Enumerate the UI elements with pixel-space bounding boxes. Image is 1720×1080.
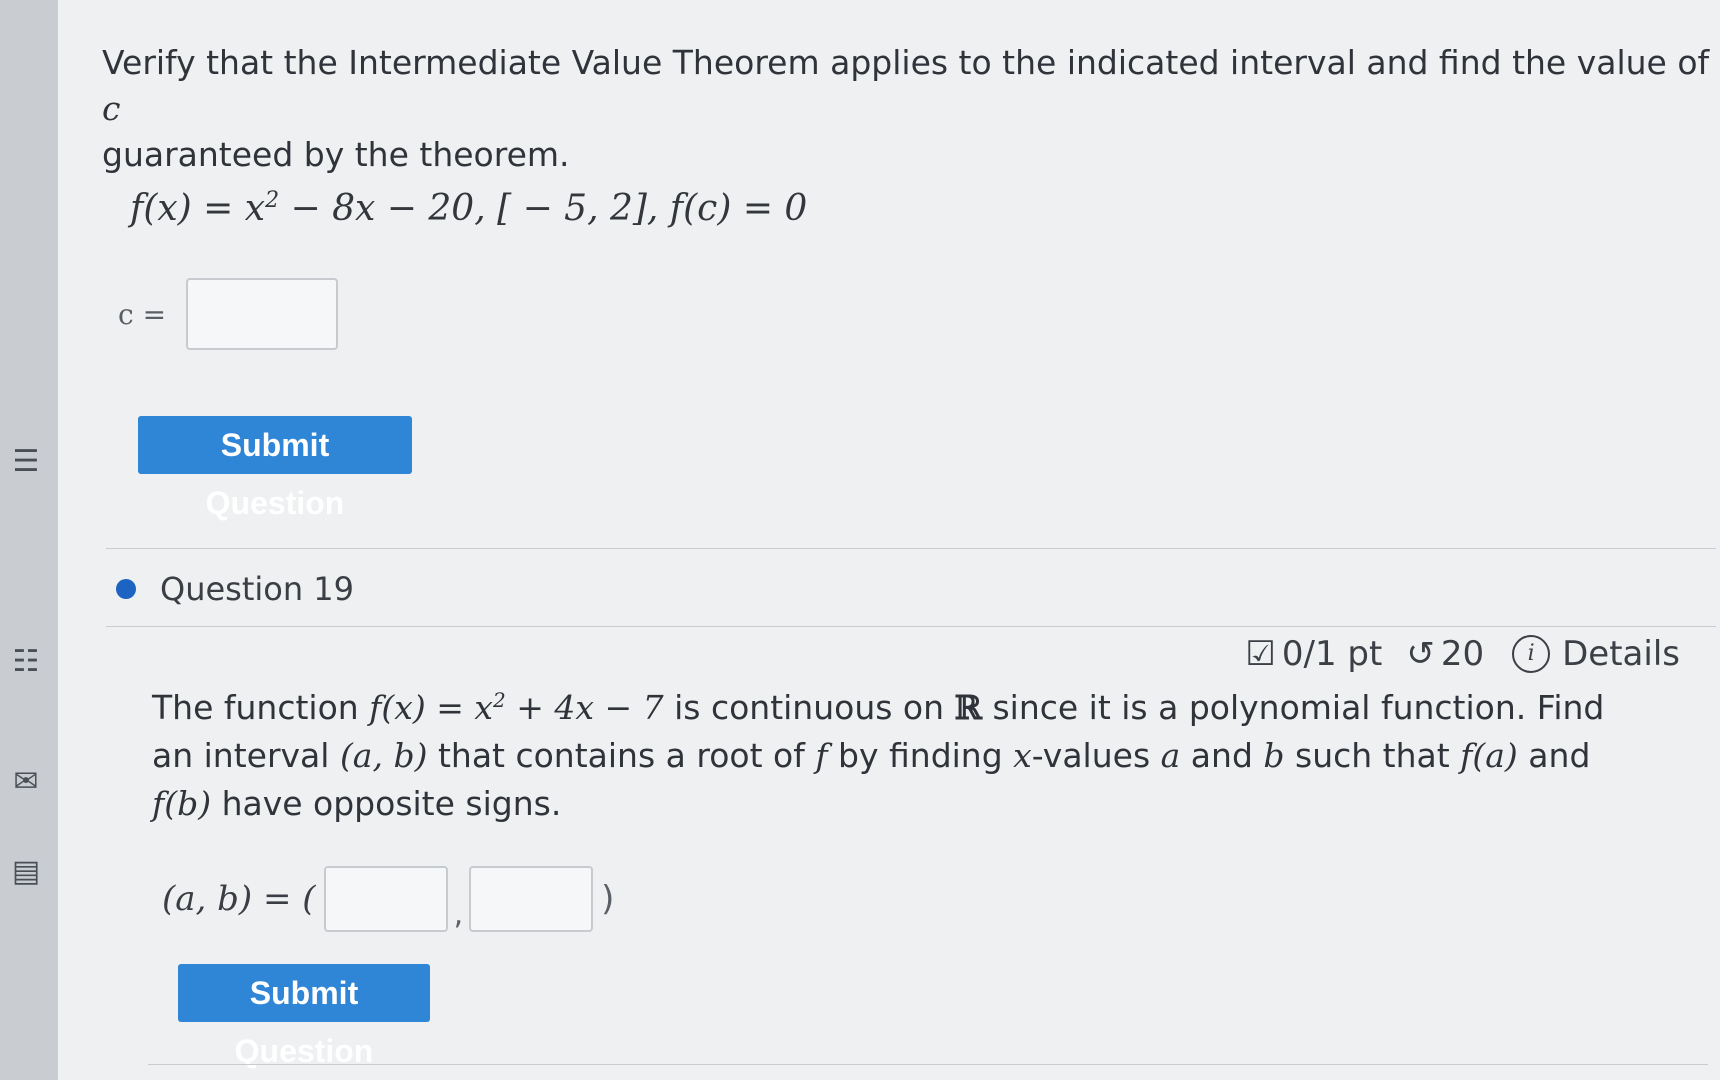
submit-question-button[interactable]: Submit Question <box>138 416 412 521</box>
question-19-meta: ☑ 0/1 pt ↺ 20 i Details <box>1245 634 1680 674</box>
left-sidebar: ✉ ▤ ☷ ☰ <box>0 0 59 1080</box>
divider <box>106 626 1716 627</box>
question-19-header: Question 19 <box>116 570 354 608</box>
prompt-text-line2: guaranteed by the theorem. <box>102 135 570 174</box>
mail-icon[interactable]: ✉ <box>6 760 46 804</box>
score-text: 0/1 pt <box>1281 634 1383 674</box>
divider <box>148 1064 1708 1065</box>
answer-comma: , <box>453 897 464 932</box>
info-icon[interactable]: i <box>1512 635 1551 673</box>
question-19-title: Question 19 <box>160 570 355 608</box>
answer-input-b[interactable] <box>469 866 594 932</box>
question-18-equation: f(x) = x2 − 8x − 20, [ − 5, 2], f(c) = 0 <box>130 188 808 229</box>
prompt-text: Verify that the Intermediate Value Theor… <box>102 43 1710 82</box>
grid-icon[interactable]: ☷ <box>6 640 46 684</box>
submit-question-button-19[interactable]: Submit Question <box>178 964 430 1069</box>
notebook-icon[interactable]: ▤ <box>6 850 46 894</box>
answer-label-c: c = <box>118 297 167 331</box>
question-18-prompt: Verify that the Intermediate Value Theor… <box>102 40 1720 178</box>
divider <box>106 548 1716 549</box>
answer-row-c: c = <box>118 278 339 350</box>
answer-input-c[interactable] <box>186 278 339 350</box>
answer-label-ab: (a, b) = ( <box>162 879 316 919</box>
retry-icon: ↺ <box>1406 634 1435 674</box>
prompt-variable: c <box>102 89 121 128</box>
answer-row-ab: (a, b) = ( , ) <box>162 866 614 932</box>
attempts-count: 20 <box>1440 634 1485 674</box>
list-icon[interactable]: ☰ <box>6 440 46 484</box>
details-link[interactable]: Details <box>1562 634 1680 674</box>
assignment-page: Verify that the Intermediate Value Theor… <box>58 0 1720 1080</box>
status-dot-icon <box>116 579 136 599</box>
answer-close-paren: ) <box>601 879 615 919</box>
question-19-prompt: The function f(x) = x2 + 4x − 7 is conti… <box>152 688 1605 823</box>
checkbox-icon: ☑ <box>1245 634 1276 674</box>
answer-input-a[interactable] <box>323 866 448 932</box>
